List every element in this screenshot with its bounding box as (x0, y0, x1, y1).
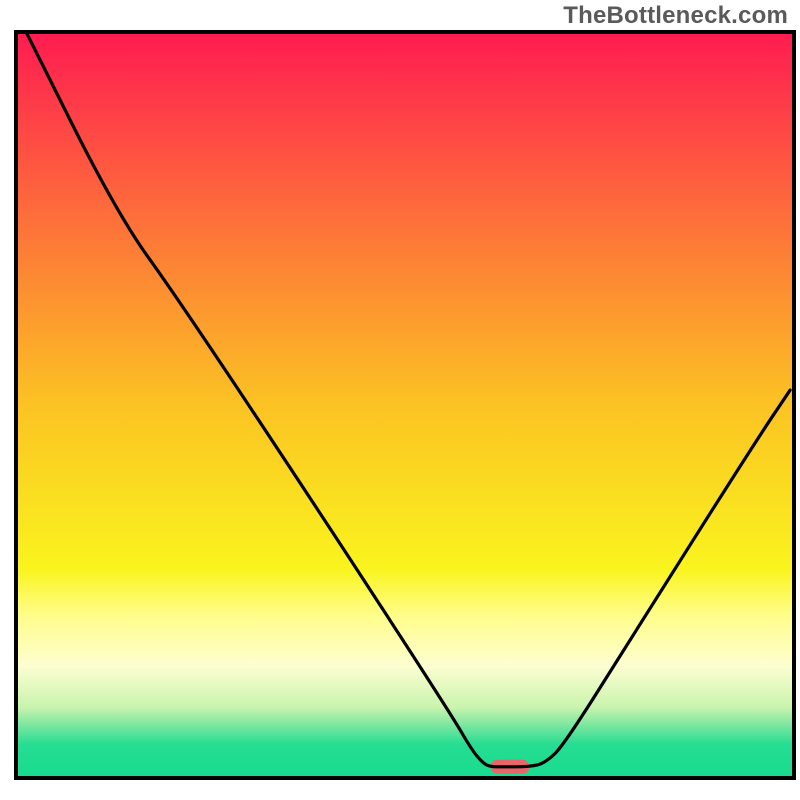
chart-container: TheBottleneck.com (0, 0, 800, 800)
bottleneck-chart (0, 0, 800, 800)
chart-background (16, 32, 794, 778)
watermark-text: TheBottleneck.com (563, 2, 788, 30)
